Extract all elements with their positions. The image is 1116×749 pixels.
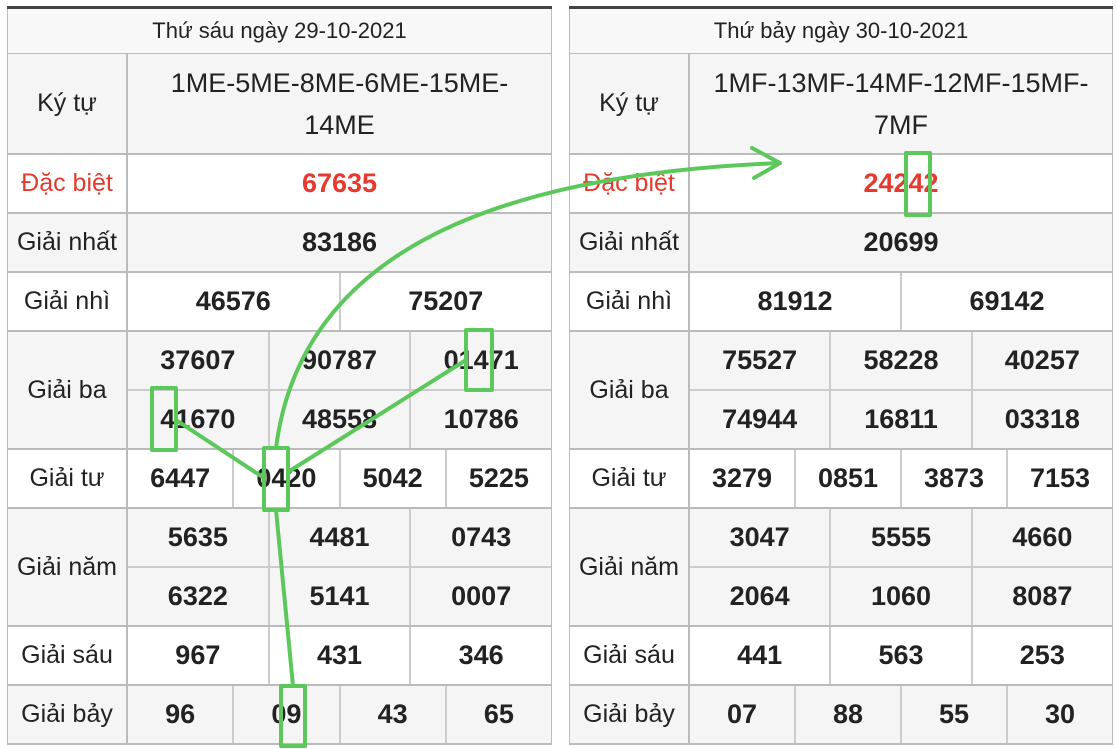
giai-bay-value: 09 xyxy=(232,686,338,743)
giai-sau-value: 253 xyxy=(970,627,1112,684)
row-giai-sau: Giải sáu 441 563 253 xyxy=(569,627,1113,686)
label-giai-sau: Giải sáu xyxy=(570,627,690,684)
label-giai-tu: Giải tư xyxy=(8,450,128,507)
giai-ba-value: 48558 xyxy=(267,391,410,448)
giai-nam-value: 1060 xyxy=(829,568,970,625)
giai-nam-value: 3047 xyxy=(729,522,790,552)
giai-nhi-value: 46576 xyxy=(195,286,271,316)
row-giai-sau: Giải sáu 967 431 346 xyxy=(7,627,552,686)
giai-tu-value: 5225 xyxy=(444,450,551,507)
giai-sau-value: 441 xyxy=(737,640,783,670)
giai-ba-value: 03318 xyxy=(970,391,1112,448)
giai-nam-value: 6322 xyxy=(167,581,228,611)
giai-tu-value: 5042 xyxy=(338,450,445,507)
label-giai-bay: Giải bảy xyxy=(8,686,128,743)
row-giai-nam: Giải năm 5635 4481 0743 6322 5141 0007 xyxy=(7,509,552,627)
label-giai-tu: Giải tư xyxy=(570,450,690,507)
results-table-left: Thứ sáu ngày 29-10-2021 Ký tự 1ME-5ME-8M… xyxy=(7,6,552,745)
giai-ba-value: 01471 xyxy=(409,332,551,389)
row-giai-nhat: Giải nhất 83186 xyxy=(7,214,552,273)
table-header-date: Thứ sáu ngày 29-10-2021 xyxy=(7,9,552,54)
row-giai-tu: Giải tư 3279 0851 3873 7153 xyxy=(569,450,1113,509)
giai-tu-value: 0851 xyxy=(794,450,900,507)
giai-ba-value: 37607 xyxy=(160,345,236,375)
results-table-right: Thứ bảy ngày 30-10-2021 Ký tự 1MF-13MF-1… xyxy=(569,6,1113,745)
giai-ba-value: 16811 xyxy=(829,391,970,448)
giai-nam-value: 5635 xyxy=(167,522,228,552)
giai-nhat-value: 83186 xyxy=(301,227,378,257)
dac-biet-value: 67635 xyxy=(301,168,378,198)
row-dac-biet: Đặc biệt 67635 xyxy=(7,155,552,214)
label-ky-tu: Ký tự xyxy=(570,54,690,153)
dac-biet-value: 24242 xyxy=(863,168,939,198)
giai-nam-value: 5555 xyxy=(829,509,970,566)
giai-ba-value: 90787 xyxy=(267,332,410,389)
table-header-date: Thứ bảy ngày 30-10-2021 xyxy=(569,9,1113,54)
label-giai-nam: Giải năm xyxy=(570,509,690,625)
giai-sau-value: 563 xyxy=(829,627,970,684)
giai-sau-value: 431 xyxy=(267,627,410,684)
giai-nam-value: 5141 xyxy=(267,568,410,625)
giai-ba-value: 40257 xyxy=(970,332,1112,389)
giai-ba-value: 74944 xyxy=(722,404,798,434)
label-giai-nhi: Giải nhì xyxy=(8,273,128,330)
row-dac-biet: Đặc biệt 24242 xyxy=(569,155,1113,214)
row-giai-ba: Giải ba 75527 58228 40257 74944 16811 03… xyxy=(569,332,1113,450)
giai-nam-value: 4481 xyxy=(267,509,410,566)
giai-ba-value: 75527 xyxy=(722,345,798,375)
row-giai-nam: Giải năm 3047 5555 4660 2064 1060 8087 xyxy=(569,509,1113,627)
row-ky-tu: Ký tự 1ME-5ME-8ME-6ME-15ME-14ME xyxy=(7,54,552,155)
row-giai-nhat: Giải nhất 20699 xyxy=(569,214,1113,273)
label-dac-biet: Đặc biệt xyxy=(8,155,128,212)
giai-sau-value: 967 xyxy=(175,640,221,670)
label-giai-sau: Giải sáu xyxy=(8,627,128,684)
giai-nam-value: 4660 xyxy=(970,509,1112,566)
label-giai-nhat: Giải nhất xyxy=(8,214,128,271)
giai-ba-value: 58228 xyxy=(829,332,970,389)
giai-ba-value: 10786 xyxy=(409,391,551,448)
row-giai-tu: Giải tư 6447 0420 5042 5225 xyxy=(7,450,552,509)
giai-nam-value: 2064 xyxy=(729,581,790,611)
giai-nam-value: 8087 xyxy=(970,568,1112,625)
giai-tu-value: 6447 xyxy=(150,463,211,493)
row-giai-ba: Giải ba 37607 90787 01471 41670 48558 10… xyxy=(7,332,552,450)
label-giai-ba: Giải ba xyxy=(8,332,128,448)
giai-bay-value: 55 xyxy=(900,686,1006,743)
giai-nhi-value: 69142 xyxy=(900,273,1112,330)
label-giai-nhi: Giải nhì xyxy=(570,273,690,330)
giai-bay-value: 65 xyxy=(444,686,551,743)
label-giai-nhat: Giải nhất xyxy=(570,214,690,271)
row-giai-nhi: Giải nhì 81912 69142 xyxy=(569,273,1113,332)
label-ky-tu: Ký tự xyxy=(8,54,128,153)
label-dac-biet: Đặc biệt xyxy=(570,155,690,212)
label-giai-nam: Giải năm xyxy=(8,509,128,625)
giai-bay-value: 07 xyxy=(726,699,758,729)
ky-tu-value: 1MF-13MF-14MF-12MF-15MF-7MF xyxy=(713,67,1089,140)
giai-tu-value: 3873 xyxy=(900,450,1006,507)
giai-tu-value: 0420 xyxy=(232,450,338,507)
row-giai-bay: Giải bảy 07 88 55 30 xyxy=(569,686,1113,745)
giai-nhi-value: 81912 xyxy=(757,286,833,316)
row-giai-nhi: Giải nhì 46576 75207 xyxy=(7,273,552,332)
giai-sau-value: 346 xyxy=(409,627,551,684)
label-giai-bay: Giải bảy xyxy=(570,686,690,743)
giai-bay-value: 96 xyxy=(165,699,196,729)
giai-bay-value: 30 xyxy=(1006,686,1112,743)
giai-ba-value: 41670 xyxy=(160,404,236,434)
giai-tu-value: 3279 xyxy=(711,463,773,493)
giai-tu-value: 7153 xyxy=(1006,450,1112,507)
giai-nhi-value: 75207 xyxy=(338,273,552,330)
row-giai-bay: Giải bảy 96 09 43 65 xyxy=(7,686,552,745)
giai-nam-value: 0007 xyxy=(409,568,551,625)
giai-nam-value: 0743 xyxy=(409,509,551,566)
giai-bay-value: 88 xyxy=(794,686,900,743)
giai-bay-value: 43 xyxy=(338,686,445,743)
giai-nhat-value: 20699 xyxy=(863,227,939,257)
row-ky-tu: Ký tự 1MF-13MF-14MF-12MF-15MF-7MF xyxy=(569,54,1113,155)
ky-tu-value: 1ME-5ME-8ME-6ME-15ME-14ME xyxy=(170,67,509,140)
label-giai-ba: Giải ba xyxy=(570,332,690,448)
